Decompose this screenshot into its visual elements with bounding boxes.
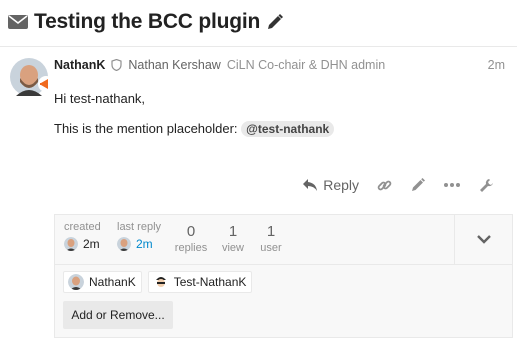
- copy-link-button[interactable]: [367, 172, 401, 198]
- participant-avatar: [152, 274, 169, 290]
- post-mention-line: This is the mention placeholder: @test-n…: [54, 120, 335, 138]
- created-stat[interactable]: created 2m: [64, 221, 101, 251]
- chevron-down-icon: [476, 235, 491, 244]
- user-mention[interactable]: @test-nathank: [241, 121, 335, 137]
- ellipsis-icon: [444, 183, 460, 187]
- users-label: user: [260, 242, 282, 254]
- topic-title[interactable]: Testing the BCC plugin: [34, 10, 260, 34]
- users-stat: 1 user: [251, 223, 291, 254]
- last-reply-label: last reply: [117, 221, 162, 233]
- megaphone-flair-icon: [38, 76, 54, 92]
- replies-count: 0: [186, 223, 196, 240]
- envelope-icon: [8, 15, 28, 29]
- topic-title-row: Testing the BCC plugin: [8, 8, 284, 36]
- title-divider: [0, 46, 517, 47]
- last-reply-value: 2m: [136, 237, 153, 251]
- pencil-icon: [412, 178, 425, 191]
- more-actions-button[interactable]: [435, 172, 469, 198]
- reply-button[interactable]: Reply: [294, 172, 367, 198]
- views-count: 1: [228, 223, 238, 240]
- last-reply-stat[interactable]: last reply 2m: [117, 221, 161, 251]
- views-label: view: [221, 242, 244, 254]
- participant-avatar: [68, 274, 84, 290]
- last-reply-value-row: 2m: [117, 237, 161, 251]
- post-full-name[interactable]: Nathan Kershaw: [128, 58, 220, 72]
- participant-name: NathanK: [89, 275, 136, 289]
- created-label: created: [64, 221, 101, 233]
- expand-summary-button[interactable]: [454, 215, 512, 264]
- topic-summary: created 2m last reply 2m 0 replies 1 vie…: [54, 214, 513, 338]
- post-date[interactable]: 2m: [488, 58, 505, 72]
- shield-icon: [111, 59, 123, 71]
- participant-chip[interactable]: Test-NathanK: [147, 271, 253, 293]
- add-or-remove-button[interactable]: Add or Remove...: [63, 301, 173, 329]
- wrench-icon: [479, 178, 493, 192]
- link-icon: [377, 180, 391, 190]
- post-meta: NathanK Nathan Kershaw CiLN Co-chair & D…: [54, 56, 505, 74]
- users-count: 1: [266, 223, 276, 240]
- topic-stats: created 2m last reply 2m 0 replies 1 vie…: [55, 215, 512, 265]
- created-value-row: 2m: [64, 237, 101, 251]
- edit-post-button[interactable]: [401, 172, 435, 198]
- edit-title-pencil-icon[interactable]: [266, 13, 284, 31]
- post-user-title: CiLN Co-chair & DHN admin: [226, 58, 386, 72]
- reply-label: Reply: [323, 177, 359, 193]
- created-value: 2m: [83, 237, 100, 251]
- replies-stat: 0 replies: [171, 223, 211, 254]
- last-poster-avatar: [117, 237, 131, 251]
- post-username[interactable]: NathanK: [54, 58, 105, 72]
- participant-chip[interactable]: NathanK: [63, 271, 142, 293]
- reply-icon: [303, 179, 318, 191]
- post-author-avatar[interactable]: [10, 58, 54, 96]
- post-greeting: Hi test-nathank,: [54, 91, 146, 106]
- views-stat: 1 view: [213, 223, 253, 254]
- post-body: Hi test-nathank, This is the mention pla…: [54, 90, 335, 150]
- participant-name: Test-NathanK: [173, 275, 247, 289]
- post-mention-text: This is the mention placeholder:: [54, 121, 238, 136]
- post-actions: Reply: [294, 172, 503, 198]
- replies-label: replies: [174, 242, 208, 254]
- creator-avatar: [64, 237, 78, 251]
- participants-list: NathanK Test-NathanK: [63, 271, 253, 293]
- admin-wrench-button[interactable]: [469, 172, 503, 198]
